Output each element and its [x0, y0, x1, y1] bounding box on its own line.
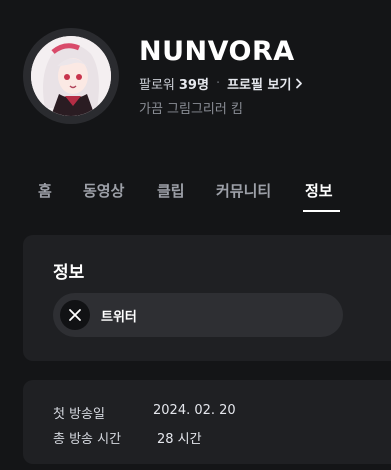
info-title: 정보: [53, 263, 85, 283]
details-card: 첫 방송일 2024. 02. 20 총 방송 시간 28 시간: [23, 380, 391, 464]
detail-value: 2024. 02. 20: [153, 403, 236, 418]
detail-row-total-time: 총 방송 시간 28 시간: [53, 428, 202, 447]
avatar-ring[interactable]: [23, 28, 119, 124]
avatar-illustration: [31, 36, 111, 116]
meta-separator: ·: [215, 76, 221, 91]
followers-count: 39명: [178, 78, 209, 93]
active-tab-indicator: [303, 210, 340, 212]
profile-link[interactable]: 프로필 보기: [227, 74, 303, 93]
channel-description: 가끔 그림그리러 킴: [139, 102, 243, 117]
detail-label: 총 방송 시간: [53, 432, 122, 447]
detail-row-first-broadcast: 첫 방송일 2024. 02. 20: [53, 403, 236, 422]
info-card: 정보 트위터: [23, 235, 391, 361]
channel-name: NUNVORA: [139, 36, 295, 67]
social-link-twitter[interactable]: 트위터: [53, 293, 343, 337]
tab-videos[interactable]: 동영상: [83, 180, 124, 201]
detail-value: 28 시간: [157, 432, 202, 447]
detail-label: 첫 방송일: [53, 407, 105, 422]
tab-about[interactable]: 정보: [305, 180, 333, 201]
channel-meta: 팔로워 39명 · 프로필 보기: [139, 74, 303, 93]
tab-community[interactable]: 커뮤니티: [216, 180, 271, 201]
tab-home[interactable]: 홈: [38, 180, 52, 201]
social-link-label: 트위터: [101, 309, 137, 325]
followers-label: 팔로워: [139, 78, 175, 93]
chevron-right-icon: [296, 78, 303, 89]
tab-clips[interactable]: 클립: [157, 180, 185, 201]
profile-link-label: 프로필 보기: [227, 78, 292, 93]
channel-tabs: 홈 동영상 클립 커뮤니티 정보: [0, 180, 391, 214]
avatar[interactable]: [31, 36, 111, 116]
x-icon: [60, 300, 90, 330]
